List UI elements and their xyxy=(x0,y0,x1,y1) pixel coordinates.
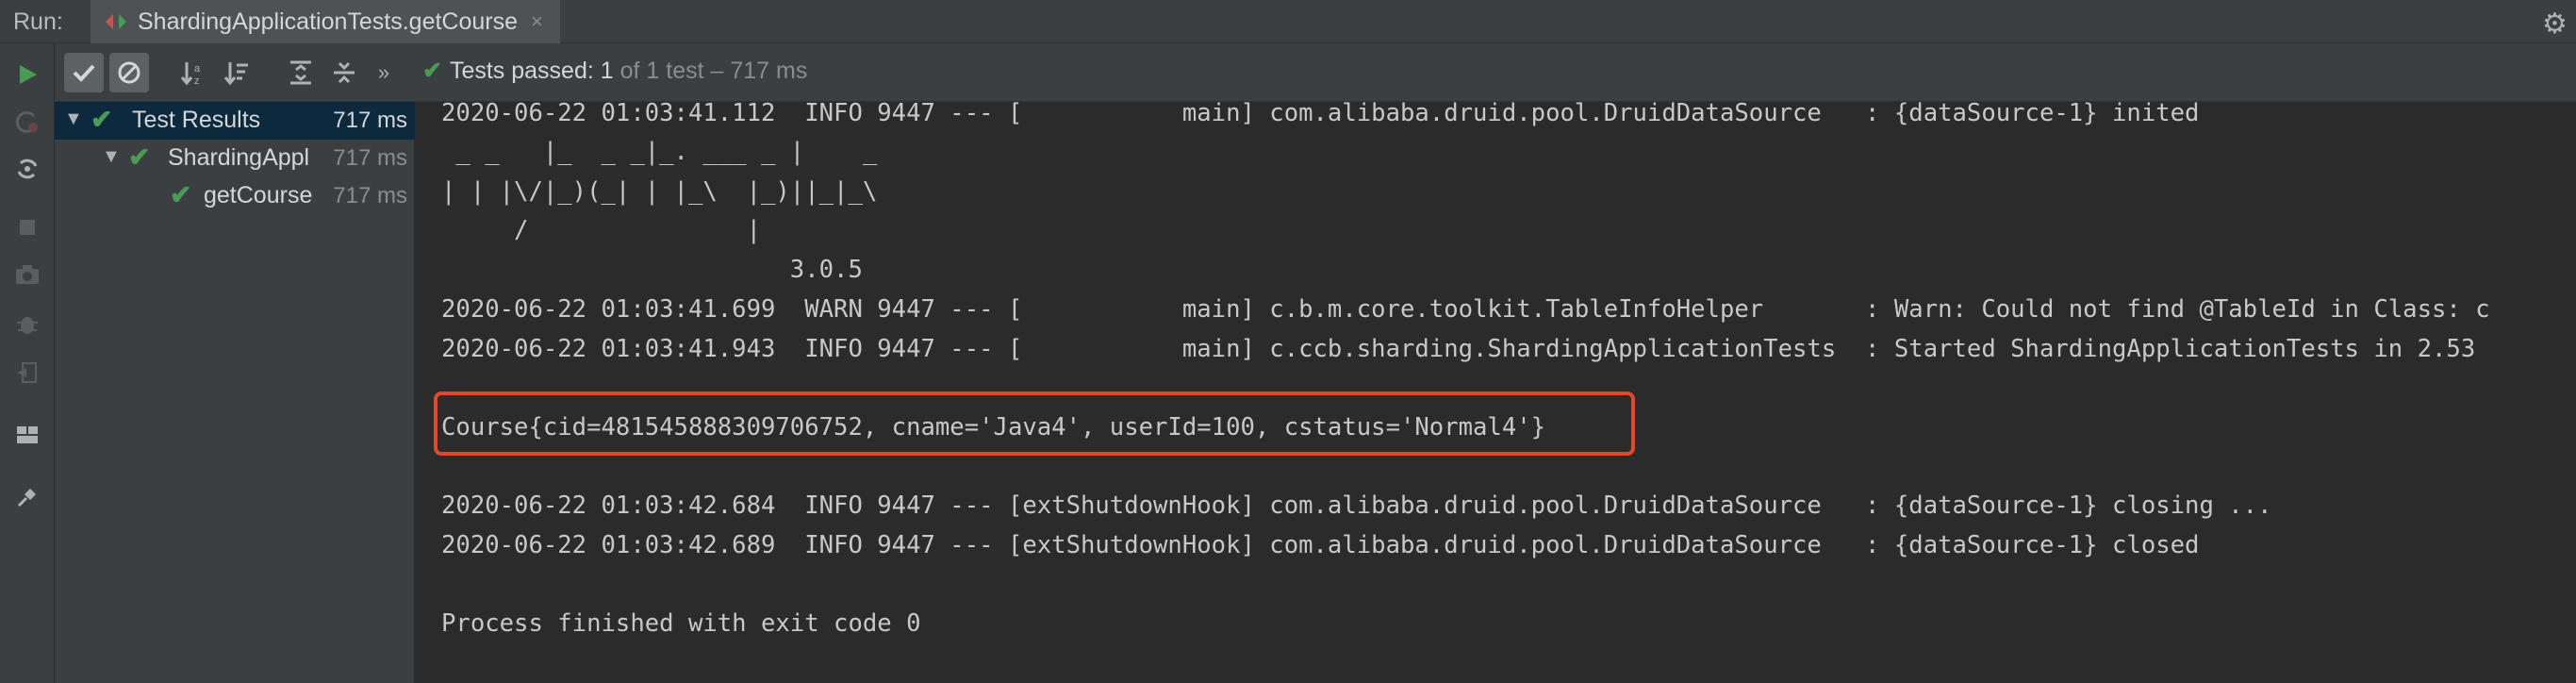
console-line: 2020-06-22 01:03:41.699 WARN 9447 --- [ … xyxy=(441,295,2490,324)
show-passed-icon[interactable] xyxy=(64,53,104,92)
run-label: Run: xyxy=(13,8,63,35)
sort-alpha-icon[interactable]: az xyxy=(173,53,213,92)
console-line-course-output: Course{cid=481545888309706752, cname='Ja… xyxy=(441,413,1546,441)
console-output[interactable]: 2020-06-22 01:03:41.112 INFO 9447 --- [ … xyxy=(415,102,2576,683)
console-line: / | xyxy=(441,216,761,244)
layout-icon[interactable] xyxy=(9,417,45,453)
gear-icon[interactable]: ⚙ xyxy=(2542,8,2568,41)
tree-label: ShardingAppl xyxy=(168,144,310,171)
expand-all-icon[interactable] xyxy=(281,53,321,92)
check-icon: ✔ xyxy=(91,105,113,134)
chevron-down-icon[interactable]: ▼ xyxy=(64,108,83,130)
camera-icon[interactable] xyxy=(9,257,45,292)
debug-icon[interactable] xyxy=(9,306,45,342)
show-ignored-icon[interactable] xyxy=(109,53,149,92)
console-line: | | |\/|_)(_| | |_\ |_)||_|_\ xyxy=(441,177,878,206)
svg-text:z: z xyxy=(194,75,200,86)
tree-row-test-method[interactable]: ✔ getCourse 717 ms xyxy=(55,177,415,215)
test-results-tree: ▼ ✔ Test Results 717 ms ▼ ✔ ShardingAppl… xyxy=(55,102,415,683)
check-icon: ✔ xyxy=(422,58,442,84)
tree-label: getCourse xyxy=(204,182,313,208)
toggle-auto-test-icon[interactable] xyxy=(9,151,45,187)
tree-duration: 717 ms xyxy=(333,145,407,171)
run-side-toolbar xyxy=(0,43,55,683)
exit-icon[interactable] xyxy=(9,355,45,391)
tree-label: Test Results xyxy=(132,107,261,133)
stop-icon[interactable] xyxy=(9,209,45,245)
collapse-all-icon[interactable] xyxy=(324,53,364,92)
more-icon[interactable]: » xyxy=(370,53,398,92)
sort-duration-icon[interactable] xyxy=(217,53,256,92)
test-runner-toolbar: az » ✔ Tests passed: 1 of 1 test – 717 ms xyxy=(55,43,2576,102)
console-line: 2020-06-22 01:03:41.112 INFO 9447 --- [ … xyxy=(441,102,2200,127)
pin-icon[interactable] xyxy=(9,479,45,515)
svg-text:a: a xyxy=(194,63,201,75)
console-line: 2020-06-22 01:03:41.943 INFO 9447 --- [ … xyxy=(441,335,2476,363)
test-status: ✔ Tests passed: 1 of 1 test – 717 ms xyxy=(422,57,807,85)
run-tab-title: ShardingApplicationTests.getCourse xyxy=(138,8,519,35)
tree-row-test-results[interactable]: ▼ ✔ Test Results 717 ms xyxy=(55,102,415,140)
console-line: 3.0.5 xyxy=(441,256,863,284)
status-passed-text: Tests passed: 1 xyxy=(449,58,614,84)
tree-duration: 717 ms xyxy=(329,108,407,134)
chevron-down-icon[interactable]: ▼ xyxy=(102,146,121,168)
tree-duration: 717 ms xyxy=(333,183,407,208)
check-icon: ✔ xyxy=(170,180,192,209)
close-icon[interactable]: × xyxy=(531,9,543,34)
check-icon: ✔ xyxy=(128,142,151,172)
rerun-failed-icon[interactable] xyxy=(9,104,45,140)
console-line: _ _ |_ _ _|_. ___ _ | _ xyxy=(441,138,878,166)
console-line: 2020-06-22 01:03:42.689 INFO 9447 --- [e… xyxy=(441,531,2200,559)
run-config-tab[interactable]: ShardingApplicationTests.getCourse × xyxy=(91,0,560,43)
junit-config-icon xyxy=(104,12,128,31)
status-summary-text: of 1 test – 717 ms xyxy=(613,58,808,84)
console-line: Process finished with exit code 0 xyxy=(441,609,921,638)
tree-row-test-class[interactable]: ▼ ✔ ShardingAppl 717 ms xyxy=(55,140,415,177)
run-icon[interactable] xyxy=(9,57,45,92)
run-tool-window-header: Run: ShardingApplicationTests.getCourse … xyxy=(0,0,2576,43)
console-line: 2020-06-22 01:03:42.684 INFO 9447 --- [e… xyxy=(441,491,2272,520)
